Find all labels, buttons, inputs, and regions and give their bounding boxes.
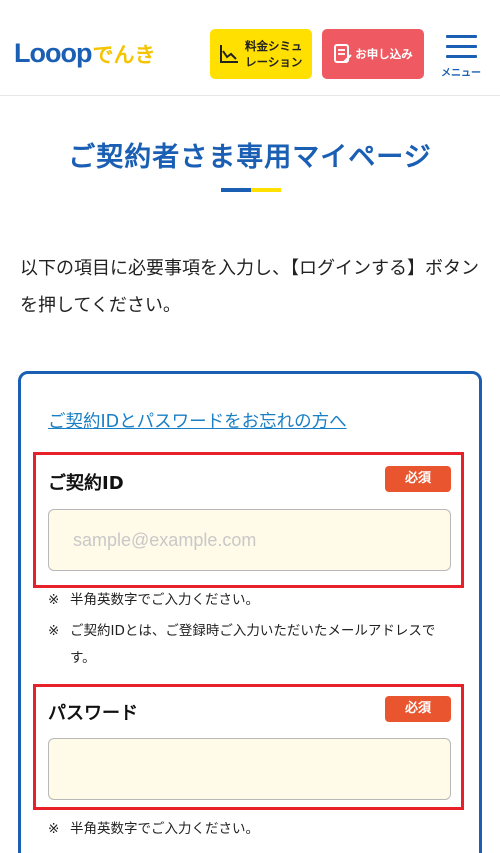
title-underline <box>221 188 281 192</box>
note-text: ご契約IDとは、ご登録時ご入力いただいたメールアドレスです。 <box>70 623 436 666</box>
note-text: 半角英数字でご入力ください。 <box>70 592 259 608</box>
apply-label: お申し込み <box>355 47 413 61</box>
hamburger-icon-bar <box>446 35 477 38</box>
chart-line-icon <box>220 45 238 63</box>
contract-id-label: ご契約ID <box>48 473 124 494</box>
contract-id-note: ※ 半角英数字でご入力ください。 <box>48 588 458 613</box>
menu-label: メニュー <box>441 68 481 79</box>
password-label: パスワード <box>48 703 138 724</box>
note-mark: ※ <box>48 821 60 837</box>
forgot-credentials-link[interactable]: ご契約IDとパスワードをお忘れの方へ <box>48 408 347 433</box>
price-simulation-button[interactable]: 料金シミュ レーション <box>210 29 312 79</box>
note-mark: ※ <box>48 623 60 639</box>
password-input[interactable] <box>48 738 451 800</box>
logo-sub-text: でんき <box>92 43 156 67</box>
hamburger-icon-bar <box>446 55 477 58</box>
price-simulation-label-line2: レーション <box>245 55 303 69</box>
site-header: Looop でんき 料金シミュ レーション お申し込み メニュー <box>0 0 500 96</box>
looop-denki-logo[interactable]: Looop でんき <box>14 38 155 68</box>
note-text: 半角英数字でご入力ください。 <box>70 821 259 837</box>
underline-blue-segment <box>221 188 251 192</box>
hamburger-icon-bar <box>446 45 477 48</box>
price-simulation-label-line1: 料金シミュ <box>245 39 303 53</box>
hamburger-menu-button[interactable]: メニュー <box>436 35 486 81</box>
password-note: ※ 半角英数字でご入力ください。 <box>48 817 458 842</box>
document-pen-icon <box>334 44 352 63</box>
contract-id-input[interactable] <box>48 509 451 571</box>
apply-button[interactable]: お申し込み <box>322 29 424 79</box>
price-simulation-label: 料金シミュ レーション <box>245 38 303 70</box>
contract-id-note: ※ ご契約IDとは、ご登録時ご入力いただいたメールアドレスです。 <box>48 618 458 672</box>
note-mark: ※ <box>48 592 60 608</box>
underline-yellow-segment <box>251 188 281 192</box>
intro-text: 以下の項目に必要事項を入力し、【ログインする】ボタンを押してください。 <box>20 258 479 316</box>
required-badge: 必須 <box>385 696 451 722</box>
required-badge: 必須 <box>385 466 451 492</box>
logo-main-text: Looop <box>14 38 92 68</box>
page-title: ご契約者さま専用マイページ <box>68 142 432 173</box>
